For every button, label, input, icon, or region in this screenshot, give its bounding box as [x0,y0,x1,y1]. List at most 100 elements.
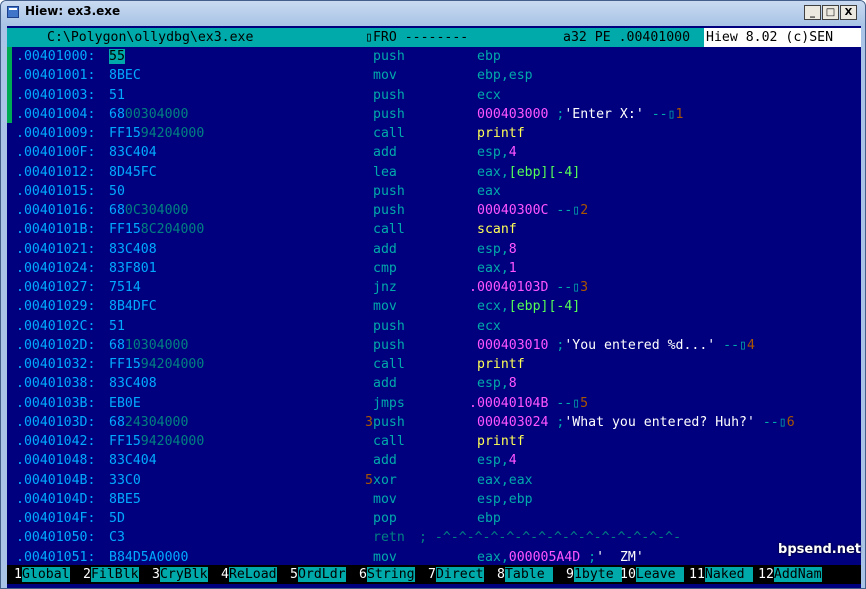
byte-chunk: 8D45FC [109,164,157,180]
mnemonic: lea [373,164,397,180]
disasm-line[interactable]: .00401001: 8BEC mov ebp,esp [7,66,861,85]
mnemonic: add [373,145,397,161]
byte-chunk: 7514 [109,280,141,295]
fkey-label: Leave [635,567,684,582]
disasm-line[interactable]: .00401021: 83C408 add esp,8 [7,240,861,259]
console-area[interactable]: C:\Polygon\ollydbg\ex3.exe ▯FRO --------… [7,26,861,588]
fkey-10[interactable]: 10Leave [620,565,684,584]
operand-part: printf [477,434,525,449]
disasm-line[interactable]: .0040101B: FF158C204000 call scanf [7,220,861,239]
disasm-line[interactable]: .00401038: 83C408 add esp,8 [7,374,861,393]
byte-chunk: 55 [109,49,125,64]
operand-part: 2 [580,203,589,218]
operand-part: eax, [477,260,509,276]
fkey-4[interactable]: 4ReLoad [221,565,277,584]
operands: esp,ebp [477,490,533,509]
operands: eax [477,182,501,201]
opcode-bytes: FF1594204000 [109,355,204,374]
operand-part: eax, [477,164,509,180]
file-path: C:\Polygon\ollydbg\ex3.exe [47,30,254,45]
disasm-line[interactable]: .0040100F: 83C404 add esp,4 [7,143,861,162]
mnemonic: push [373,414,405,430]
disasm-line[interactable]: .00401024: 83F801 cmp eax,1 [7,259,861,278]
title-bar[interactable]: Hiew: ex3.exe _ □ X [1,1,865,25]
fkey-label: ReLoad [228,567,277,582]
disasm-line[interactable]: .00401000: 55 push ebp [7,47,861,66]
close-button[interactable]: X [840,5,857,20]
operand-part: .00040104B [469,395,549,411]
fkey-5[interactable]: 5OrdLdr [290,565,346,584]
address: .0040101B: [16,222,96,238]
operand-part: 000403010 [477,337,549,353]
jump-label-marker: 3 [365,414,373,430]
disasm-line[interactable]: .00401003: 51 push ecx [7,86,861,105]
opcode-bytes: FF1594204000 [109,432,204,451]
jump-label-marker: 5 [365,472,373,488]
address: .00401050: [16,530,96,546]
disasm-line[interactable]: .00401042: FF1594204000 call printf [7,432,861,451]
opcode-bytes: 680C304000 [109,201,188,220]
operand-part: ecx, [477,299,509,315]
mnemonic: call [373,434,405,449]
disasm-line[interactable]: .00401009: FF1594204000 call printf [7,124,861,143]
disasm-line[interactable]: .00401015: 50 push eax [7,182,861,201]
address: .00401001: [16,68,96,84]
disasm-line[interactable]: .00401012: 8D45FC lea eax,[ebp][-4] [7,163,861,182]
fkey-2[interactable]: 2FilBlk [83,565,139,584]
fkey-11[interactable]: 11Naked [689,565,753,584]
minimize-button[interactable]: _ [804,5,821,20]
file-mode: ▯FRO -------- [365,30,469,45]
operands: ecx,[ebp][-4] [477,297,580,316]
byte-chunk: 68 [109,203,125,218]
fkey-9[interactable]: 91byte [566,565,622,584]
disasm-line[interactable]: .00401016: 680C304000 push 00040300C --▯2 [7,201,861,220]
operand-part: ; [580,549,597,565]
fkey-number: 1 [14,567,22,582]
fkey-label: 1byte [573,567,622,582]
disasm-line[interactable]: .00401050: C3 retn ; -^-^-^-^-^-^-^-^-^-^-^… [7,528,861,547]
fkey-3[interactable]: 3CryBlk [152,565,208,584]
byte-chunk: 51 [109,87,125,103]
disasm-line[interactable]: .0040104F: 5D pop ebp [7,509,861,528]
disasm-line[interactable]: .0040104B: 33C0 5 xor eax,eax [7,471,861,490]
disasm-line[interactable]: .00401029: 8B4DFC mov ecx,[ebp][-4] [7,297,861,316]
fkey-number: 5 [290,567,298,582]
mnemonic: push [373,203,405,218]
byte-chunk: 83C404 [109,145,157,161]
byte-chunk: 8BE5 [109,491,141,507]
disassembly-listing[interactable]: .00401000: 55 push ebp .00401001: 8BEC mov ebp,… [7,47,861,567]
operands: .00040103D --▯3 [469,278,588,297]
disasm-line[interactable]: .0040102D: 6810304000 push 000403010 ;'You … [7,336,861,355]
fkey-1[interactable]: 1Global [14,565,70,584]
opcode-bytes: FF158C204000 [109,220,204,239]
operand-part: 1 [508,260,517,276]
fkey-6[interactable]: 6String [359,565,415,584]
operand-part: ; [548,337,565,353]
fkey-12[interactable]: 12AddNam [758,565,822,584]
maximize-button[interactable]: □ [822,5,839,20]
opcode-bytes: C3 [109,528,125,547]
opcode-bytes: 51 [109,317,125,336]
operands: ebp [477,47,501,66]
disasm-line[interactable]: .00401027: 7514 jnz .00040103D --▯3 [7,278,861,297]
mnemonic: call [373,222,405,238]
operand-part: ' ZM' [596,549,644,565]
operand-part: ecx [477,87,501,103]
window-title: Hiew: ex3.exe [25,4,121,18]
disasm-line[interactable]: .0040103B: EB0E jmps .00040104B --▯5 [7,394,861,413]
fkey-7[interactable]: 7Direct [428,565,484,584]
disasm-line[interactable]: .00401004: 6800304000 push 000403000 ;'Ente… [7,105,861,124]
address: .0040104D: [16,491,96,507]
disasm-line[interactable]: .00401051: B84D5A0000 mov eax,000005A4D ;' … [7,548,861,567]
disasm-line[interactable]: .00401032: FF1594204000 call printf [7,355,861,374]
address: .0040103B: [16,395,96,411]
fkey-label: AddNam [773,567,822,582]
disasm-line[interactable]: .00401048: 83C404 add esp,4 [7,451,861,470]
fkey-8[interactable]: 8Table [497,565,553,584]
disasm-line[interactable]: .0040104D: 8BE5 mov esp,ebp [7,490,861,509]
opcode-bytes: 33C0 [109,471,141,490]
disasm-line[interactable]: .0040102C: 51 push ecx [7,317,861,336]
operand-part: --▯ [754,414,787,430]
disasm-line[interactable]: .0040103D: 6824304000 3 push 000403024 ;'Wha… [7,413,861,432]
address: .0040102C: [16,318,96,334]
